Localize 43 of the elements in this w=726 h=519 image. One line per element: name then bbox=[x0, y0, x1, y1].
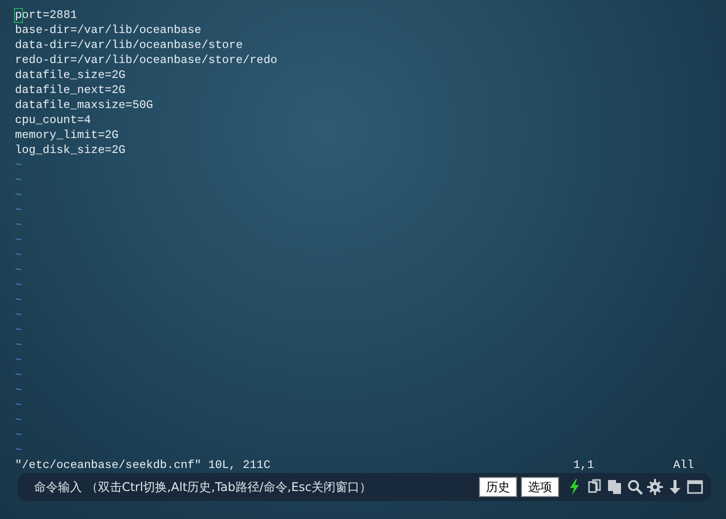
empty-line-marker: ~ bbox=[15, 249, 22, 262]
empty-line-marker: ~ bbox=[15, 189, 22, 202]
config-line: redo-dir=/var/lib/oceanbase/store/redo bbox=[15, 54, 278, 67]
settings-icon[interactable] bbox=[647, 479, 663, 495]
config-line: datafile_next=2G bbox=[15, 84, 126, 97]
empty-line-marker: ~ bbox=[15, 219, 22, 232]
scroll-position: All bbox=[673, 458, 694, 473]
toolbar-button[interactable]: 历史 bbox=[479, 477, 517, 497]
empty-line-marker: ~ bbox=[15, 279, 22, 292]
empty-line-marker: ~ bbox=[15, 414, 22, 427]
empty-line-marker: ~ bbox=[15, 234, 22, 247]
search-icon[interactable] bbox=[627, 479, 643, 495]
paste-icon[interactable] bbox=[607, 479, 623, 495]
config-line: base-dir=/var/lib/oceanbase bbox=[15, 24, 202, 37]
empty-line-marker: ~ bbox=[15, 324, 22, 337]
empty-line-marker: ~ bbox=[15, 309, 22, 322]
empty-line-marker: ~ bbox=[15, 294, 22, 307]
file-info: "/etc/oceanbase/seekdb.cnf" 10L, 211C bbox=[15, 458, 270, 473]
empty-line-marker: ~ bbox=[15, 429, 22, 442]
copy-icon[interactable] bbox=[587, 479, 603, 495]
empty-line-marker: ~ bbox=[15, 339, 22, 352]
toolbar-button[interactable]: 选项 bbox=[521, 477, 559, 497]
config-line: data-dir=/var/lib/oceanbase/store bbox=[15, 39, 243, 52]
config-line: ort=2881 bbox=[22, 9, 78, 22]
empty-line-marker: ~ bbox=[15, 399, 22, 412]
text-cursor: p bbox=[15, 9, 22, 22]
config-line: log_disk_size=2G bbox=[15, 144, 126, 157]
empty-line-marker: ~ bbox=[15, 444, 22, 457]
empty-line-marker: ~ bbox=[15, 384, 22, 397]
empty-line-marker: ~ bbox=[15, 264, 22, 277]
empty-line-marker: ~ bbox=[15, 369, 22, 382]
config-line: datafile_size=2G bbox=[15, 69, 126, 82]
config-line: memory_limit=2G bbox=[15, 129, 119, 142]
down-arrow-icon[interactable] bbox=[667, 479, 683, 495]
empty-line-marker: ~ bbox=[15, 159, 22, 172]
empty-line-marker: ~ bbox=[15, 174, 22, 187]
config-line: cpu_count=4 bbox=[15, 114, 91, 127]
cursor-position: 1,1 bbox=[573, 458, 595, 473]
command-prompt: 命令输入 （双击Ctrl切换,Alt历史,Tab路径/命令,Esc关闭窗口） bbox=[34, 479, 372, 496]
empty-line-marker: ~ bbox=[15, 204, 22, 217]
window-icon[interactable] bbox=[687, 479, 703, 495]
config-line: datafile_maxsize=50G bbox=[15, 99, 154, 112]
empty-line-marker: ~ bbox=[15, 354, 22, 367]
